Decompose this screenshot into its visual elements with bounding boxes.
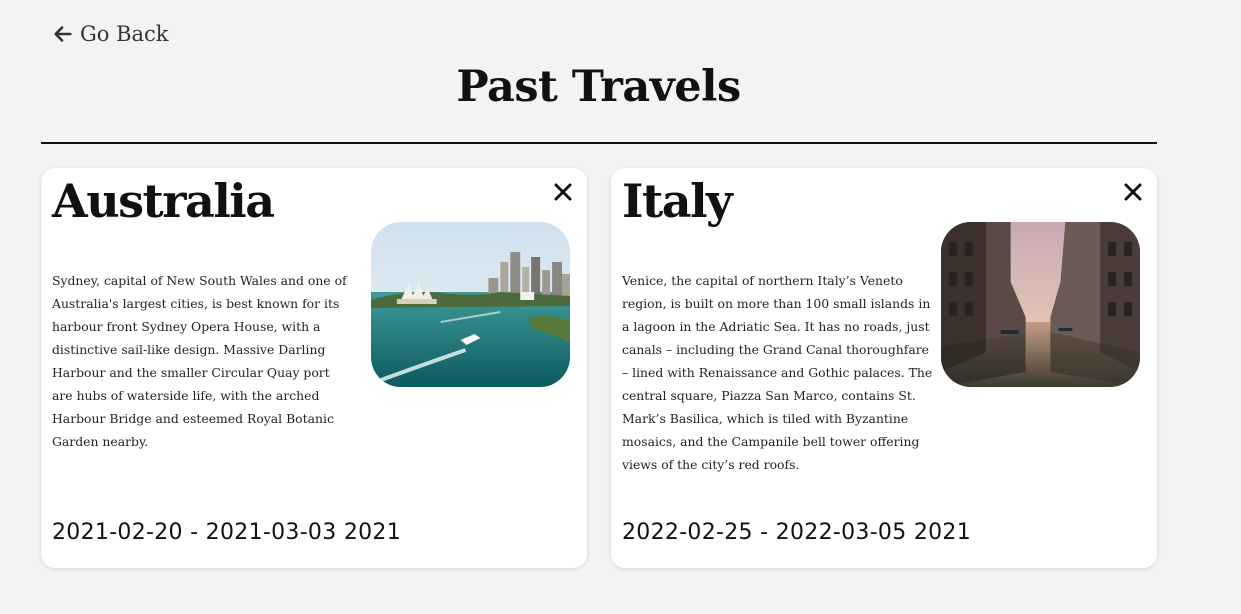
trip-photo-venice <box>941 222 1140 387</box>
trip-card-italy: Italy Venice, the capital of northern It… <box>611 168 1157 568</box>
arrow-left-icon <box>54 26 72 42</box>
divider <box>41 142 1157 144</box>
trip-country: Italy <box>622 174 733 228</box>
remove-trip-button[interactable] <box>553 182 573 202</box>
trip-country: Australia <box>52 174 275 228</box>
trip-description: Venice, the capital of northern Italy’s … <box>622 273 933 472</box>
trip-photo-sydney <box>371 222 570 387</box>
close-icon <box>1124 183 1142 201</box>
close-icon <box>554 183 572 201</box>
trip-card-australia: Australia Sydney, capital of New South W… <box>41 168 587 568</box>
remove-trip-button[interactable] <box>1123 182 1143 202</box>
trip-dates: 2022-02-25 - 2022-03-05 2021 <box>622 520 972 545</box>
trip-description: Sydney, capital of New South Wales and o… <box>52 273 347 449</box>
page-title: Past Travels <box>456 62 741 112</box>
go-back-button[interactable]: Go Back <box>52 22 169 46</box>
trip-dates: 2021-02-20 - 2021-03-03 2021 <box>52 520 402 545</box>
go-back-label: Go Back <box>80 22 169 46</box>
